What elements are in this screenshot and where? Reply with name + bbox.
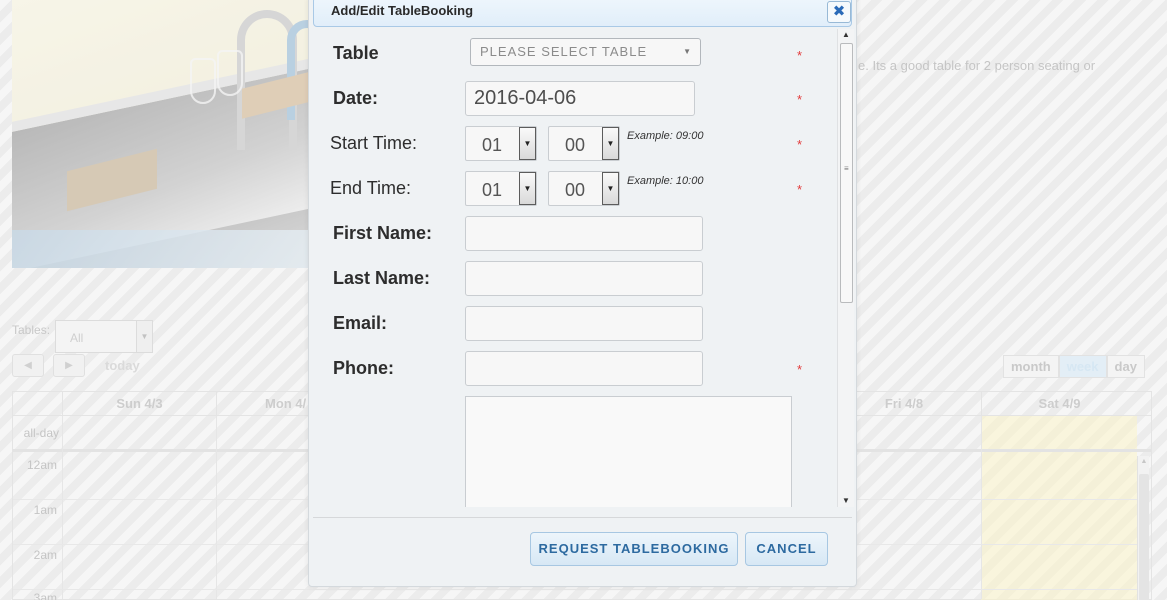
start-hour-value: 01 (482, 135, 503, 155)
cancel-button[interactable]: CANCEL (745, 532, 828, 566)
grid-line (981, 416, 982, 599)
calendar-prev-button[interactable]: ◀ (12, 354, 44, 377)
tables-filter-select[interactable]: All ▼ (55, 320, 153, 353)
required-marker: * (797, 137, 803, 152)
chevron-left-icon: ◀ (24, 360, 32, 371)
calendar-scroll-thumb[interactable] (1139, 474, 1149, 600)
tables-filter-label: Tables: (12, 323, 51, 337)
date-label: Date: (333, 88, 379, 108)
last-name-input[interactable] (465, 261, 703, 296)
notes-textarea[interactable] (465, 396, 792, 507)
calendar-today-button[interactable]: today (105, 358, 140, 373)
hour-label: 1am (33, 503, 57, 517)
start-minute-select[interactable]: 00 ▼ (548, 126, 620, 161)
end-time-label: End Time: (330, 178, 412, 198)
end-minute-value: 00 (565, 180, 586, 200)
grid-line (62, 416, 63, 599)
allday-label: all-day (23, 426, 59, 440)
tables-filter-value: All (70, 331, 84, 345)
phone-input[interactable] (465, 351, 703, 386)
tablebooking-dialog: Add/Edit TableBooking ✖ Table PLEASE SEL… (308, 0, 857, 587)
start-minute-value: 00 (565, 135, 586, 155)
required-marker: * (797, 92, 803, 107)
hour-label: 3am (33, 591, 57, 600)
dialog-scrollbar[interactable]: ▲ ≡ ▼ (837, 29, 854, 507)
dialog-title: Add/Edit TableBooking (331, 3, 474, 18)
close-icon: ✖ (832, 3, 846, 20)
day-header: Sun 4/3 (62, 392, 216, 416)
first-name-input[interactable] (465, 216, 703, 251)
chevron-down-icon: ▼ (683, 47, 692, 56)
table-select[interactable]: PLEASE SELECT TABLE ▼ (470, 38, 701, 66)
calendar-next-button[interactable]: ▶ (53, 354, 85, 377)
last-name-label: Last Name: (333, 268, 431, 288)
grid-line (13, 589, 1137, 590)
table-photo (12, 0, 312, 268)
dialog-scroll-thumb[interactable]: ≡ (840, 43, 853, 303)
start-hour-select[interactable]: 01 ▼ (465, 126, 537, 161)
dialog-body: Table PLEASE SELECT TABLE ▼ * Date: 2016… (309, 27, 854, 507)
date-input[interactable]: 2016-04-06 (465, 81, 695, 116)
table-description: e. Its a good table for 2 person seating… (858, 58, 1096, 73)
chevron-down-icon: ▼ (602, 127, 619, 160)
email-input[interactable] (465, 306, 703, 341)
chevron-down-icon: ▼ (602, 172, 619, 205)
start-time-example: Example: 09:00 (627, 130, 704, 142)
request-tablebooking-button[interactable]: REQUEST TABLEBOOKING (530, 532, 738, 566)
required-marker: * (797, 362, 803, 377)
scroll-up-icon[interactable]: ▲ (838, 30, 854, 39)
scroll-down-icon[interactable]: ▼ (838, 496, 854, 505)
day-header: Sat 4/9 (981, 392, 1137, 416)
close-button[interactable]: ✖ (827, 1, 851, 23)
hour-label: 12am (26, 458, 57, 472)
hour-label: 2am (33, 548, 57, 562)
table-select-placeholder: PLEASE SELECT TABLE (480, 44, 648, 59)
view-day-button[interactable]: day (1106, 355, 1145, 378)
date-value: 2016-04-06 (474, 87, 577, 109)
required-marker: * (797, 48, 803, 63)
end-hour-value: 01 (482, 180, 503, 200)
first-name-label: First Name: (333, 223, 433, 243)
chevron-down-icon: ▼ (136, 321, 152, 352)
end-hour-select[interactable]: 01 ▼ (465, 171, 537, 206)
view-month-button[interactable]: month (1003, 355, 1059, 378)
grid-line (216, 416, 217, 599)
chevron-down-icon: ▼ (519, 172, 536, 205)
chevron-right-icon: ▶ (65, 360, 73, 371)
end-time-example: Example: 10:00 (627, 175, 704, 187)
grip-icon: ≡ (844, 164, 849, 173)
chevron-down-icon: ▼ (519, 127, 536, 160)
required-marker: * (797, 182, 803, 197)
dialog-footer-divider (313, 517, 852, 518)
end-minute-select[interactable]: 00 ▼ (548, 171, 620, 206)
table-label: Table (333, 43, 379, 63)
dialog-titlebar[interactable]: Add/Edit TableBooking ✖ (313, 0, 852, 27)
scroll-up-icon[interactable]: ▲ (1138, 458, 1150, 465)
photo-overlay (12, 0, 312, 268)
calendar-view-switcher: month week day (1003, 355, 1145, 378)
email-label: Email: (333, 313, 388, 333)
view-week-button[interactable]: week (1058, 355, 1107, 378)
calendar-scrollbar[interactable]: ▲ (1137, 456, 1149, 600)
day-header: Mon 4/ (216, 392, 310, 416)
phone-label: Phone: (333, 358, 394, 378)
start-time-label: Start Time: (330, 133, 418, 153)
